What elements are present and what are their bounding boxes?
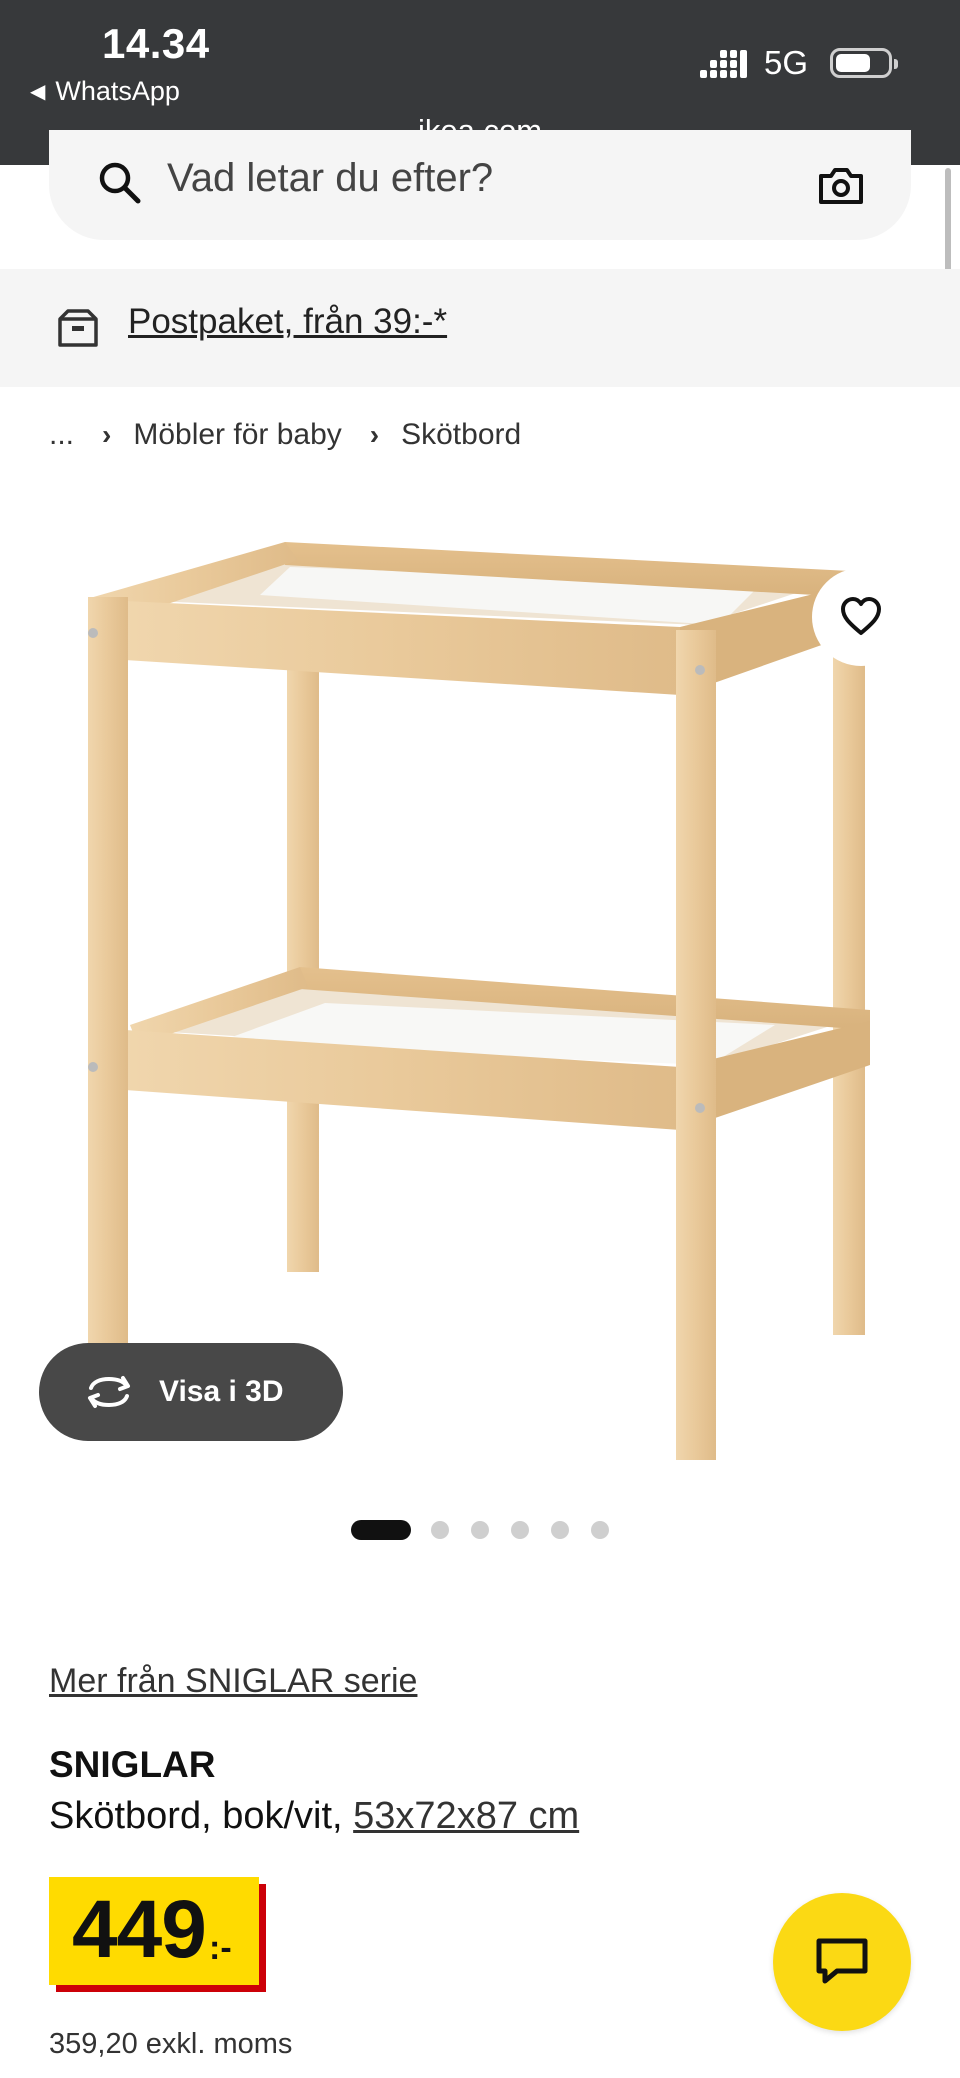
view-in-3d-label: Visa i 3D <box>159 1375 284 1408</box>
back-to-app-link[interactable]: ◀ WhatsApp <box>30 76 180 107</box>
network-label: 5G <box>764 44 809 81</box>
heart-icon <box>841 597 881 635</box>
product-description: Skötbord, bok/vit, 53x72x87 cm <box>49 1795 579 1838</box>
chevron-right-icon: › <box>369 419 380 450</box>
price-tag: 449 :- <box>49 1877 259 1985</box>
search-bar[interactable]: Vad letar du efter? <box>49 130 911 240</box>
image-pagination <box>351 1520 631 1540</box>
pagination-dot-4[interactable] <box>511 1521 529 1539</box>
camera-icon[interactable] <box>817 164 865 206</box>
search-input[interactable]: Vad letar du efter? <box>167 156 493 201</box>
view-in-3d-button[interactable]: Visa i 3D <box>39 1343 343 1441</box>
signal-icon <box>700 50 747 78</box>
parcel-icon <box>58 309 98 347</box>
pagination-dot-2[interactable] <box>431 1521 449 1539</box>
breadcrumb-ellipsis[interactable]: ... <box>49 418 74 452</box>
product-name: SNIGLAR <box>49 1744 216 1785</box>
product-dimensions-link[interactable]: 53x72x87 cm <box>353 1795 579 1837</box>
breadcrumb-baby-furniture[interactable]: Möbler för baby <box>133 418 341 452</box>
delivery-link[interactable]: Postpaket, från 39:-* <box>128 302 447 342</box>
breadcrumb: ... › Möbler för baby › Skötbord <box>49 418 521 452</box>
chevron-right-icon: › <box>102 419 112 450</box>
pagination-dot-1[interactable] <box>351 1520 411 1540</box>
pagination-dot-5[interactable] <box>551 1521 569 1539</box>
search-icon <box>99 162 141 204</box>
chat-button[interactable] <box>773 1893 911 2031</box>
price-value: 449 <box>72 1884 207 1975</box>
product-image[interactable] <box>40 505 920 1485</box>
rotate-3d-icon <box>88 1376 130 1408</box>
add-to-favourites-button[interactable] <box>812 568 910 666</box>
pagination-dot-6[interactable] <box>591 1521 609 1539</box>
product-type-text: Skötbord, bok/vit, <box>49 1795 354 1837</box>
back-arrow-icon: ◀ <box>30 81 46 103</box>
back-app-label: WhatsApp <box>55 76 180 106</box>
breadcrumb-changing-tables[interactable]: Skötbord <box>401 418 521 452</box>
price-suffix: :- <box>209 1929 232 1967</box>
delivery-banner: Postpaket, från 39:-* <box>0 269 960 387</box>
pagination-dot-3[interactable] <box>471 1521 489 1539</box>
status-time: 14.34 <box>102 20 210 67</box>
series-link[interactable]: Mer från SNIGLAR serie <box>49 1662 417 1701</box>
battery-icon <box>830 48 898 78</box>
price-excl-vat: 359,20 exkl. moms <box>49 2028 293 2060</box>
chat-icon <box>816 1938 868 1984</box>
